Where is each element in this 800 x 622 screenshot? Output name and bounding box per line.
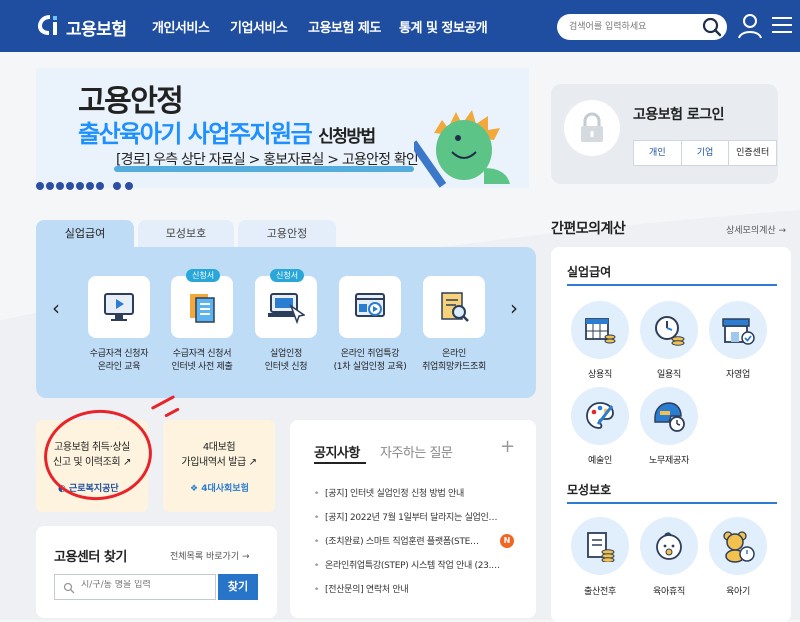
login-title: 고용보험 로그인 xyxy=(633,107,725,123)
service-label-unemployment-recognition: 실업인정 인터넷 신청 xyxy=(264,349,308,372)
notice-board: 공지사항 자주하는 질문 + [공지] 인터넷 실업인정 신청 방법 안내 [공… xyxy=(290,420,536,618)
sim-label: 노무제공자 xyxy=(649,456,689,466)
sim-self-employed[interactable] xyxy=(709,301,767,359)
banner-route: [경로] 우측 상단 자료실 > 홍보자료실 > 고용안정 확인 xyxy=(116,152,419,168)
search-icon xyxy=(63,582,75,594)
service-badge-application: 신청서 xyxy=(270,269,305,282)
section-title-maternity: 모성보호 xyxy=(567,483,612,497)
tab-notices[interactable]: 공지사항 xyxy=(314,442,360,461)
service-label-prior-submission: 수급자격 신청서 인터넷 사전 제출 xyxy=(171,349,233,372)
sim-artist[interactable] xyxy=(571,387,629,445)
clock-coins-icon xyxy=(655,316,685,346)
more-plus-icon[interactable]: + xyxy=(500,436,515,457)
teddy-bear-clock-icon xyxy=(723,531,755,563)
notice-item[interactable]: [공지] 인터넷 실업인정 신청 방법 안내 xyxy=(314,486,524,499)
login-box: 고용보험 로그인 개인 기업 인증센터 xyxy=(551,84,778,184)
laptop-click-icon xyxy=(268,293,305,324)
browser-video-icon xyxy=(355,293,385,317)
lock-badge xyxy=(564,100,620,156)
login-certificate-button[interactable]: 인증센터 xyxy=(729,141,776,165)
nav-statistics[interactable]: 통계 및 정보공개 xyxy=(399,17,488,36)
banner-pagination[interactable] xyxy=(36,175,135,194)
dinosaur-mascot-icon xyxy=(414,110,510,188)
tab-faq[interactable]: 자주하는 질문 xyxy=(380,442,453,461)
notice-item[interactable]: [공지] 2022년 7월 1일부터 달라지는 실업인… xyxy=(314,510,524,523)
finder-title: 고용센터 찾기 xyxy=(54,550,127,565)
sim-label: 일용직 xyxy=(657,370,681,380)
simulator-panel: 실업급여 상용직 일용직 자영업 예술인 노무제공자 모성보호 출산전후 육아휴… xyxy=(551,247,791,622)
service-label-online-education: 수급자격 신청자 온라인 교육 xyxy=(89,349,149,372)
banner-subtitle: 출산육아기 사업주지원금 신청방법 xyxy=(78,120,376,148)
tab-unemployment-benefit[interactable]: 실업급여 xyxy=(36,220,134,248)
pause-icon[interactable] xyxy=(113,182,122,190)
service-label-online-lecture: 온라인 취업특강 (1차 실업인정 교육) xyxy=(333,349,407,372)
section-divider xyxy=(567,284,777,286)
document-form-icon xyxy=(190,294,215,323)
sim-childcare-period[interactable] xyxy=(709,517,767,575)
user-icon[interactable] xyxy=(738,13,762,39)
sim-maternity-leave[interactable] xyxy=(571,517,629,575)
service-badge-application: 신청서 xyxy=(186,269,221,282)
new-badge: N xyxy=(500,534,514,548)
monitor-video-icon xyxy=(104,293,134,321)
tab-notices-underline xyxy=(314,462,366,464)
lock-icon xyxy=(581,112,603,142)
notice-item[interactable]: 온라인취업특강(STEP) 시스템 작업 안내 (23.… xyxy=(314,558,524,571)
notice-item[interactable]: (조치완료) 스마트 직업훈련 플랫폼(STE… xyxy=(314,534,494,547)
quick-link-certificate-text: 4대보험 가입내역서 발급 ↗ xyxy=(181,442,257,468)
service-card-unemployment-recognition[interactable] xyxy=(255,276,317,338)
menu-icon[interactable] xyxy=(772,15,792,35)
helmet-clock-icon xyxy=(654,402,685,432)
sim-label: 육아휴직 xyxy=(653,587,685,597)
section-title-unemployment: 실업급여 xyxy=(567,265,612,279)
finder-all-list-link[interactable]: 전체목록 바로가기 → xyxy=(170,549,250,562)
logo-icon[interactable] xyxy=(36,13,62,37)
sim-label: 자영업 xyxy=(726,370,750,380)
store-check-icon xyxy=(722,318,755,345)
calendar-coins-icon xyxy=(585,318,616,344)
nav-business-services[interactable]: 기업서비스 xyxy=(230,17,288,36)
service-card-online-education[interactable] xyxy=(88,276,150,338)
section-divider xyxy=(567,502,777,504)
four-insurance-logo: ❖ 4대사회보험 xyxy=(190,484,249,494)
notice-item[interactable]: [전산문의] 연락처 안내 xyxy=(314,582,524,595)
sim-regular-worker[interactable] xyxy=(571,301,629,359)
search-box xyxy=(557,14,727,40)
next-arrow-icon[interactable]: › xyxy=(510,296,518,320)
finder-search-input[interactable] xyxy=(81,580,211,590)
sim-label: 상용직 xyxy=(588,370,612,380)
document-coins-icon xyxy=(587,532,615,562)
tab-maternity-protection[interactable]: 모성보호 xyxy=(138,220,234,248)
document-search-icon xyxy=(441,292,469,322)
nav-insurance-system[interactable]: 고용보험 제도 xyxy=(308,17,381,36)
palette-brush-icon xyxy=(586,402,614,429)
baby-face-icon xyxy=(656,532,682,560)
nav-personal-services[interactable]: 개인서비스 xyxy=(152,17,210,36)
sim-label: 육아기 xyxy=(726,587,750,597)
finder-search-button[interactable]: 찾기 xyxy=(218,574,258,600)
service-card-online-lecture[interactable] xyxy=(339,276,401,338)
sim-label: 예술인 xyxy=(588,456,612,466)
employment-center-finder: 고용센터 찾기 전체목록 바로가기 → 찾기 xyxy=(36,526,277,618)
logo-text[interactable]: 고용보험 xyxy=(66,15,127,40)
search-input[interactable] xyxy=(569,19,699,35)
sim-labor-provider[interactable] xyxy=(640,387,698,445)
prev-arrow-icon[interactable]: ‹ xyxy=(52,296,60,320)
login-options: 개인 기업 인증센터 xyxy=(633,140,777,166)
tab-employment-stability[interactable]: 고용안정 xyxy=(238,220,336,248)
login-personal-button[interactable]: 개인 xyxy=(634,141,682,165)
sim-daily-worker[interactable] xyxy=(640,301,698,359)
login-business-button[interactable]: 기업 xyxy=(682,141,730,165)
search-icon[interactable] xyxy=(701,16,723,38)
service-card-prior-submission[interactable] xyxy=(171,276,233,338)
simulator-detail-link[interactable]: 상세모의계산 → xyxy=(726,223,786,236)
service-card-job-card-inquiry[interactable] xyxy=(423,276,485,338)
promo-banner[interactable]: 고용안정 출산육아기 사업주지원금 신청방법 [경로] 우측 상단 자료실 > … xyxy=(36,68,529,188)
finder-input-box xyxy=(54,574,216,600)
sim-parental-leave[interactable] xyxy=(640,517,698,575)
simulator-title: 간편모의계산 xyxy=(551,221,626,237)
sim-label: 출산전후 xyxy=(584,587,616,597)
service-label-job-card-inquiry: 온라인 취업희망카드조회 xyxy=(422,349,486,372)
